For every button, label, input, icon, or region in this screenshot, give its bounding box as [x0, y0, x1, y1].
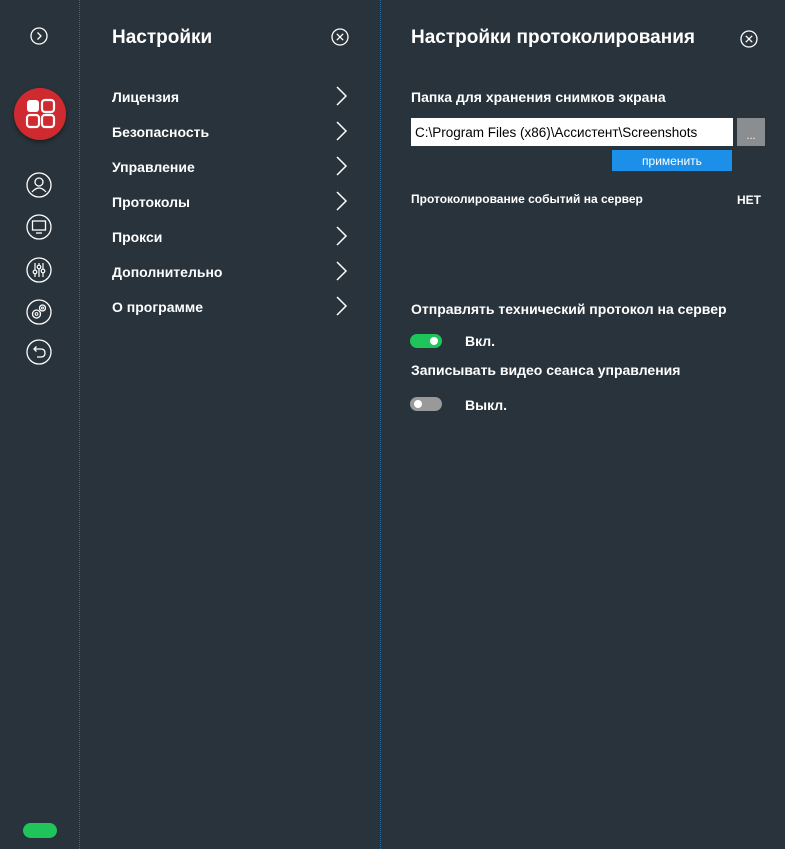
menu-item-control[interactable]: Управление: [112, 151, 352, 181]
menu-item-logs[interactable]: Протоколы: [112, 186, 352, 216]
app-logo-icon[interactable]: [14, 88, 66, 140]
close-icon[interactable]: [330, 27, 350, 47]
panel-title: Настройки протоколирования: [411, 27, 695, 48]
expand-icon[interactable]: [29, 26, 49, 46]
menu-item-label: О программе: [112, 299, 204, 315]
record-video-label: Записывать видео сеанса управления: [411, 362, 681, 378]
toggle-knob: [430, 337, 438, 345]
back-icon[interactable]: [24, 337, 54, 367]
send-tech-log-toggle[interactable]: [410, 334, 442, 348]
settings-menu-title: Настройки: [112, 27, 213, 48]
record-video-toggle[interactable]: [410, 397, 442, 411]
chevron-right-icon: [336, 226, 348, 246]
logging-settings-panel: Настройки протоколирования Папка для хра…: [381, 0, 785, 849]
connection-status-indicator: [23, 823, 57, 838]
server-event-logging-value[interactable]: НЕТ: [721, 193, 761, 207]
settings-menu: Настройки Лицензия Безопасность Управлен…: [80, 0, 381, 849]
menu-item-label: Прокси: [112, 229, 163, 245]
chevron-right-icon: [336, 296, 348, 316]
menu-item-label: Безопасность: [112, 124, 210, 140]
toggle-knob: [414, 400, 422, 408]
menu-item-about[interactable]: О программе: [112, 291, 352, 321]
server-event-logging-label: Протоколирование событий на сервер: [411, 192, 643, 206]
close-icon[interactable]: [739, 29, 759, 49]
gears-icon[interactable]: [24, 297, 54, 327]
menu-item-security[interactable]: Безопасность: [112, 116, 352, 146]
monitor-icon[interactable]: [24, 212, 54, 242]
left-rail: [0, 0, 80, 849]
record-video-state: Выкл.: [465, 397, 508, 413]
send-tech-log-label: Отправлять технический протокол на серве…: [411, 301, 727, 317]
menu-item-label: Дополнительно: [112, 264, 223, 280]
chevron-right-icon: [336, 121, 348, 141]
menu-item-label: Лицензия: [112, 89, 180, 105]
screenshots-folder-label: Папка для хранения снимков экрана: [411, 89, 666, 105]
equalizer-icon[interactable]: [24, 255, 54, 285]
menu-item-label: Протоколы: [112, 194, 190, 210]
browse-folder-button[interactable]: ...: [737, 118, 765, 146]
send-tech-log-state: Вкл.: [465, 333, 496, 349]
chevron-right-icon: [336, 261, 348, 281]
menu-item-license[interactable]: Лицензия: [112, 81, 352, 111]
user-icon[interactable]: [24, 170, 54, 200]
chevron-right-icon: [336, 191, 348, 211]
menu-item-proxy[interactable]: Прокси: [112, 221, 352, 251]
apply-button[interactable]: применить: [612, 150, 732, 171]
menu-item-advanced[interactable]: Дополнительно: [112, 256, 352, 286]
menu-item-label: Управление: [112, 159, 195, 175]
screenshots-folder-input[interactable]: [411, 118, 733, 146]
chevron-right-icon: [336, 156, 348, 176]
chevron-right-icon: [336, 86, 348, 106]
